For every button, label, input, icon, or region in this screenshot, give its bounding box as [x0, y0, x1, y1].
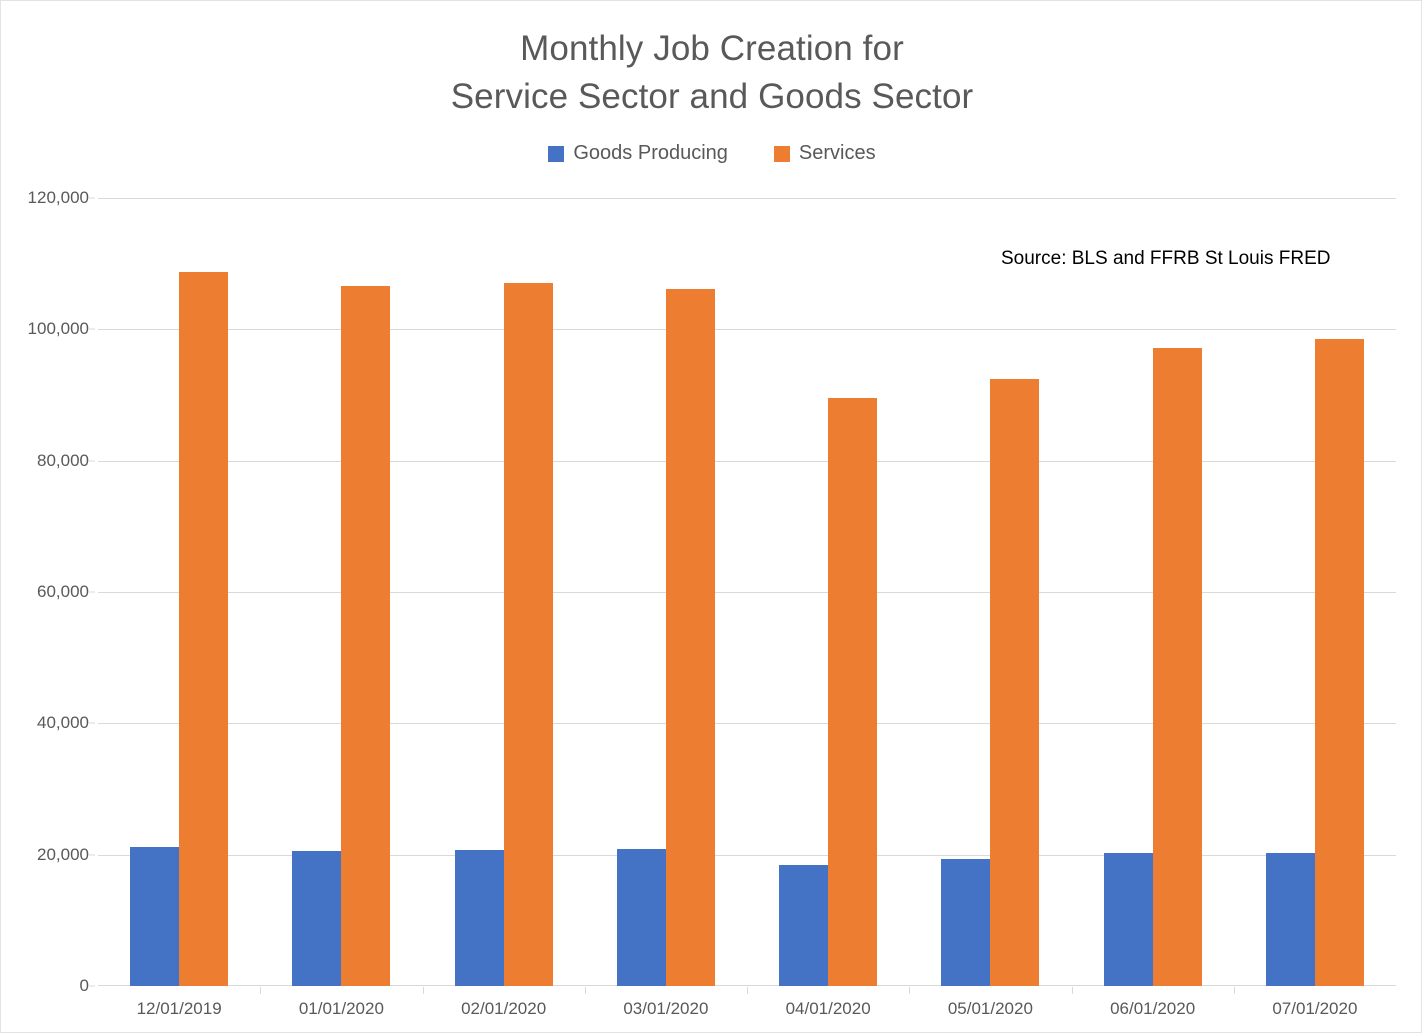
x-axis-tick-label: 06/01/2020: [1110, 999, 1196, 1018]
y-axis-tick-label: 60,000: [37, 582, 89, 601]
bar-services-0[interactable]: [179, 271, 229, 986]
x-axis-tick-mark: [909, 987, 911, 994]
bar-goods-producing-6[interactable]: [1103, 853, 1153, 986]
legend-swatch-icon: [548, 145, 565, 162]
bar-services-2[interactable]: [503, 282, 553, 986]
x-axis-tick-label: 05/01/2020: [947, 999, 1033, 1018]
y-axis-tick-mark: [89, 591, 95, 593]
x-axis-tick-label: 12/01/2019: [136, 999, 222, 1018]
chart-container: Monthly Job Creation for Service Sector …: [0, 0, 1422, 1033]
y-axis-tick-label: 80,000: [37, 450, 89, 470]
y-axis-tick-label: 20,000: [37, 844, 89, 864]
legend-label: Goods Producing: [573, 142, 728, 164]
y-axis-tick-label: 40,000: [37, 713, 89, 733]
legend-entry-goods-producing[interactable]: Goods Producing: [548, 142, 728, 165]
y-axis-tick-mark: [89, 722, 95, 724]
y-axis-tick-mark: [89, 328, 95, 330]
y-axis-tick-mark: [89, 460, 95, 462]
x-axis-tick-mark: [747, 987, 748, 994]
bar-services-7[interactable]: [1314, 339, 1364, 986]
x-axis-tick-label: 01/01/2020: [298, 999, 384, 1018]
x-axis: 12/01/2019 01/01/2020 02/01/2020 03/01/2020…: [98, 987, 1396, 1032]
legend-swatch-icon: [773, 145, 790, 162]
x-axis-tick-mark: [1071, 987, 1073, 994]
bar-goods-producing-1[interactable]: [292, 850, 342, 986]
bar-services-3[interactable]: [665, 288, 715, 986]
source-note: Source: BLS and FFRB St Louis FRED: [1001, 248, 1331, 269]
x-axis-tick-label: 07/01/2020: [1272, 999, 1358, 1018]
y-axis-tick-label: 0: [79, 976, 89, 995]
bar-services-1[interactable]: [341, 286, 391, 986]
bar-goods-producing-2[interactable]: [454, 850, 504, 986]
x-axis-tick-label: 02/01/2020: [461, 999, 547, 1018]
chart-legend: Goods Producing Services: [1, 142, 1421, 165]
legend-label: Services: [798, 142, 876, 164]
bar-services-5[interactable]: [990, 379, 1040, 986]
x-axis-tick-mark: [584, 987, 586, 994]
bar-goods-producing-4[interactable]: [779, 864, 829, 986]
bar-goods-producing-7[interactable]: [1265, 853, 1315, 986]
y-axis-tick-mark: [89, 854, 95, 856]
x-axis-tick-mark: [260, 987, 262, 994]
x-axis-tick-label: 04/01/2020: [785, 999, 871, 1018]
y-axis-tick-mark: [89, 197, 95, 199]
x-axis-tick-mark: [422, 987, 424, 994]
bar-goods-producing-3[interactable]: [616, 849, 666, 986]
legend-entry-services[interactable]: Services: [773, 142, 876, 165]
y-axis-tick-mark: [89, 985, 95, 987]
y-axis-tick-label: 100,000: [27, 319, 89, 339]
y-axis-tick-label: 120,000: [27, 188, 89, 207]
bar-services-6[interactable]: [1152, 348, 1202, 986]
y-axis: 0 20,000 40,000 60,000 80,000 100,000 120,000: [1, 188, 95, 995]
bar-services-4[interactable]: [828, 397, 878, 986]
chart-title-line-1: Monthly Job Creation for: [520, 29, 904, 68]
bar-goods-producing-5[interactable]: [941, 858, 991, 986]
chart-title: Monthly Job Creation for Service Sector …: [1, 25, 1421, 121]
x-axis-tick-mark: [1233, 987, 1235, 994]
bar-goods-producing-0[interactable]: [130, 847, 180, 986]
chart-title-line-2: Service Sector and Goods Sector: [450, 76, 974, 116]
bars-layer: [98, 198, 1396, 986]
x-axis-tick-label: 03/01/2020: [623, 999, 709, 1018]
